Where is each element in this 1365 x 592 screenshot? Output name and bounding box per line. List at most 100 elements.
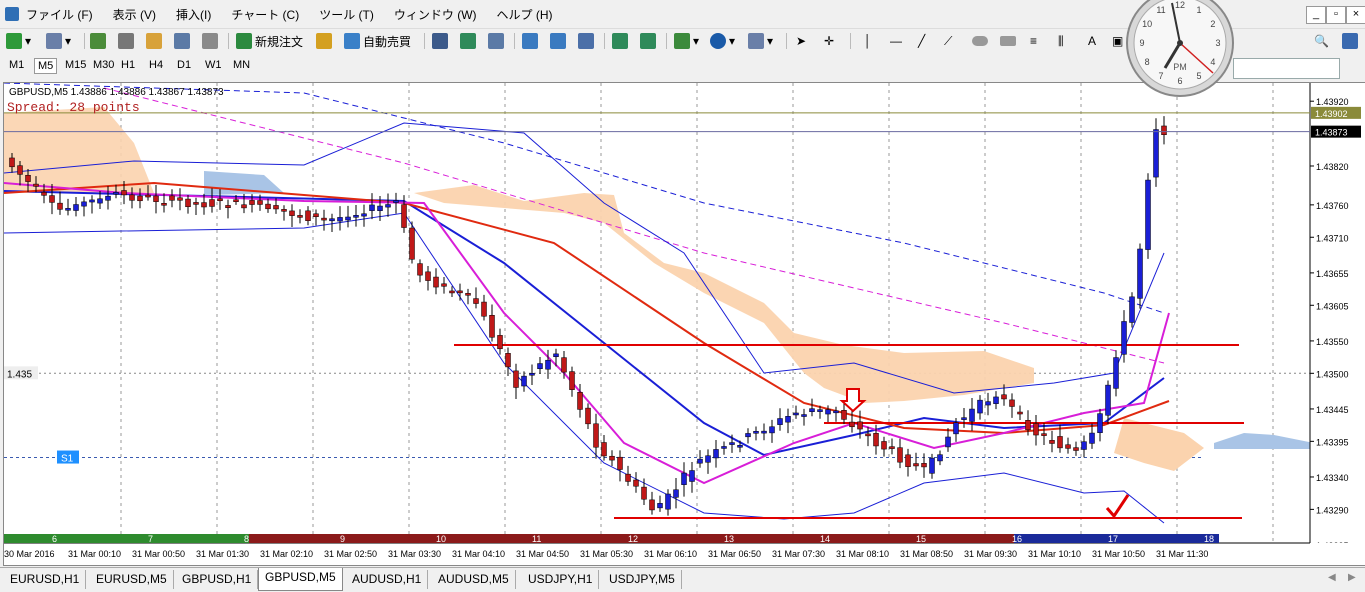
- auto-scroll-button[interactable]: [612, 32, 631, 50]
- timeframe-mn[interactable]: MN: [230, 58, 253, 72]
- candle-body: [721, 446, 727, 449]
- chart-shift-button[interactable]: [640, 32, 659, 50]
- indicators-button[interactable]: ▾: [674, 32, 699, 50]
- line-chart-button[interactable]: [488, 32, 507, 50]
- menu-item-2[interactable]: 挿入(I): [176, 6, 211, 23]
- community-button[interactable]: [1342, 32, 1361, 50]
- timeframe-m30[interactable]: M30: [90, 58, 117, 72]
- tabs-scroll-right-icon[interactable]: ▶: [1348, 572, 1356, 583]
- candlestick-button[interactable]: [460, 32, 479, 50]
- price-tick-label: 1.43605: [1316, 301, 1349, 311]
- candle-body: [777, 418, 783, 425]
- menu-item-3[interactable]: チャート (C): [231, 6, 299, 23]
- navigator-button[interactable]: [146, 32, 165, 50]
- hour-label: 14: [820, 534, 830, 544]
- periods-button[interactable]: ▾: [710, 32, 735, 50]
- tab-gbpusd-m5[interactable]: GBPUSD,M5: [258, 568, 343, 591]
- time-tick-label: 31 Mar 10:50: [1092, 549, 1145, 559]
- candle-body: [265, 203, 271, 210]
- tab-eurusd-m5[interactable]: EURUSD,M5: [90, 570, 174, 589]
- candle-body: [649, 499, 655, 511]
- new-order-button[interactable]: 新規注文: [236, 32, 303, 50]
- menu-item-5[interactable]: ウィンドウ (W): [394, 6, 477, 23]
- candle-body: [593, 423, 599, 448]
- menu-item-6[interactable]: ヘルプ (H): [497, 6, 553, 23]
- candle-body: [89, 199, 95, 203]
- zoom-in-button[interactable]: [522, 32, 541, 50]
- horizontal-line-tool[interactable]: —: [890, 32, 902, 50]
- tile-windows-button[interactable]: [578, 32, 597, 50]
- candle-body: [913, 463, 919, 467]
- timeframe-m5[interactable]: M5: [34, 58, 58, 74]
- candle-body: [809, 408, 815, 412]
- tabs-scroll-left-icon[interactable]: ◀: [1328, 572, 1336, 583]
- chart-window[interactable]: 1.435 S1 1.43920 1.43820 1.43760 1.43710 1.43…: [3, 82, 1365, 566]
- candlestick-icon: [460, 33, 476, 49]
- cloud-segment: [414, 185, 1034, 403]
- candle-body: [601, 442, 607, 457]
- timeframe-m15[interactable]: M15: [62, 58, 89, 72]
- tester-button[interactable]: [202, 32, 221, 50]
- menu-item-0[interactable]: ファイル (F): [26, 6, 93, 23]
- time-tick-label: 30 Mar 2016: [4, 549, 55, 559]
- tab-audusd-h1[interactable]: AUDUSD,H1: [346, 570, 429, 589]
- candle-body: [353, 215, 359, 218]
- search-button[interactable]: 🔍: [1314, 32, 1329, 50]
- tab-gbpusd-h1[interactable]: GBPUSD,H1: [176, 570, 259, 589]
- fibo-fan-tool[interactable]: ⫼: [1058, 32, 1064, 50]
- tab-usdjpy-h1[interactable]: USDJPY,H1: [522, 570, 600, 589]
- candle-body: [993, 396, 999, 404]
- timeframe-d1[interactable]: D1: [174, 58, 194, 72]
- data-window-button[interactable]: [118, 32, 137, 50]
- candle-body: [137, 195, 143, 202]
- timeframe-w1[interactable]: W1: [202, 58, 225, 72]
- label-tool[interactable]: ▣: [1112, 32, 1123, 50]
- tab-audusd-m5[interactable]: AUDUSD,M5: [432, 570, 516, 589]
- candle-body: [681, 472, 687, 485]
- profiles-button[interactable]: ▾: [46, 32, 71, 50]
- market-watch-button[interactable]: [90, 32, 109, 50]
- close-button[interactable]: ×: [1346, 6, 1365, 24]
- trendline-tool[interactable]: ╱: [918, 32, 925, 50]
- ma-long-magenta-dashed: [103, 87, 1165, 364]
- search-input[interactable]: [1233, 58, 1340, 79]
- timeframe-h4[interactable]: H4: [146, 58, 166, 72]
- menu-item-4[interactable]: ツール (T): [319, 6, 374, 23]
- rectangle-tool[interactable]: [1000, 32, 1019, 50]
- clock-number-5: 5: [1196, 71, 1201, 81]
- tab-usdjpy-m5[interactable]: USDJPY,M5: [603, 570, 682, 589]
- candle-body: [337, 217, 343, 222]
- new-chart-button[interactable]: ▾: [6, 32, 31, 50]
- vertical-line-tool[interactable]: │: [864, 32, 872, 50]
- candle-body: [417, 263, 423, 276]
- templates-button[interactable]: ▾: [748, 32, 773, 50]
- candle-body: [513, 370, 519, 388]
- tester-icon: [202, 33, 218, 49]
- timeframe-h1[interactable]: H1: [118, 58, 138, 72]
- clock-number-8: 8: [1145, 57, 1150, 67]
- terminal-button[interactable]: [174, 32, 193, 50]
- candle-body: [305, 210, 311, 221]
- time-tick-label: 31 Mar 02:50: [324, 549, 377, 559]
- timeframe-m1[interactable]: M1: [6, 58, 27, 72]
- candle-body: [1113, 357, 1119, 389]
- price-chart[interactable]: 1.435 S1 1.43920 1.43820 1.43760 1.43710 1.43…: [4, 83, 1365, 565]
- bar-chart-button[interactable]: [432, 32, 451, 50]
- price-tick-label: 1.43290: [1316, 505, 1349, 515]
- ellipse-tool[interactable]: [972, 32, 991, 50]
- cursor-tool[interactable]: ➤: [796, 32, 806, 50]
- channel-tool[interactable]: ⟋: [944, 32, 952, 50]
- auto-trading-button[interactable]: 自動売買: [344, 32, 411, 50]
- crosshair-tool[interactable]: ✛: [824, 32, 834, 50]
- fibo-tool[interactable]: ≡: [1030, 32, 1037, 50]
- metaeditor-button[interactable]: [316, 32, 335, 50]
- restore-button[interactable]: ▫: [1326, 6, 1346, 24]
- minimize-button[interactable]: _: [1306, 6, 1326, 24]
- zoom-out-button[interactable]: [550, 32, 569, 50]
- tab-eurusd-h1[interactable]: EURUSD,H1: [4, 570, 87, 589]
- candle-body: [1001, 394, 1007, 400]
- text-tool[interactable]: A: [1088, 32, 1096, 50]
- candle-body: [409, 227, 415, 260]
- hour-label: 6: [52, 534, 57, 544]
- menu-item-1[interactable]: 表示 (V): [113, 6, 156, 23]
